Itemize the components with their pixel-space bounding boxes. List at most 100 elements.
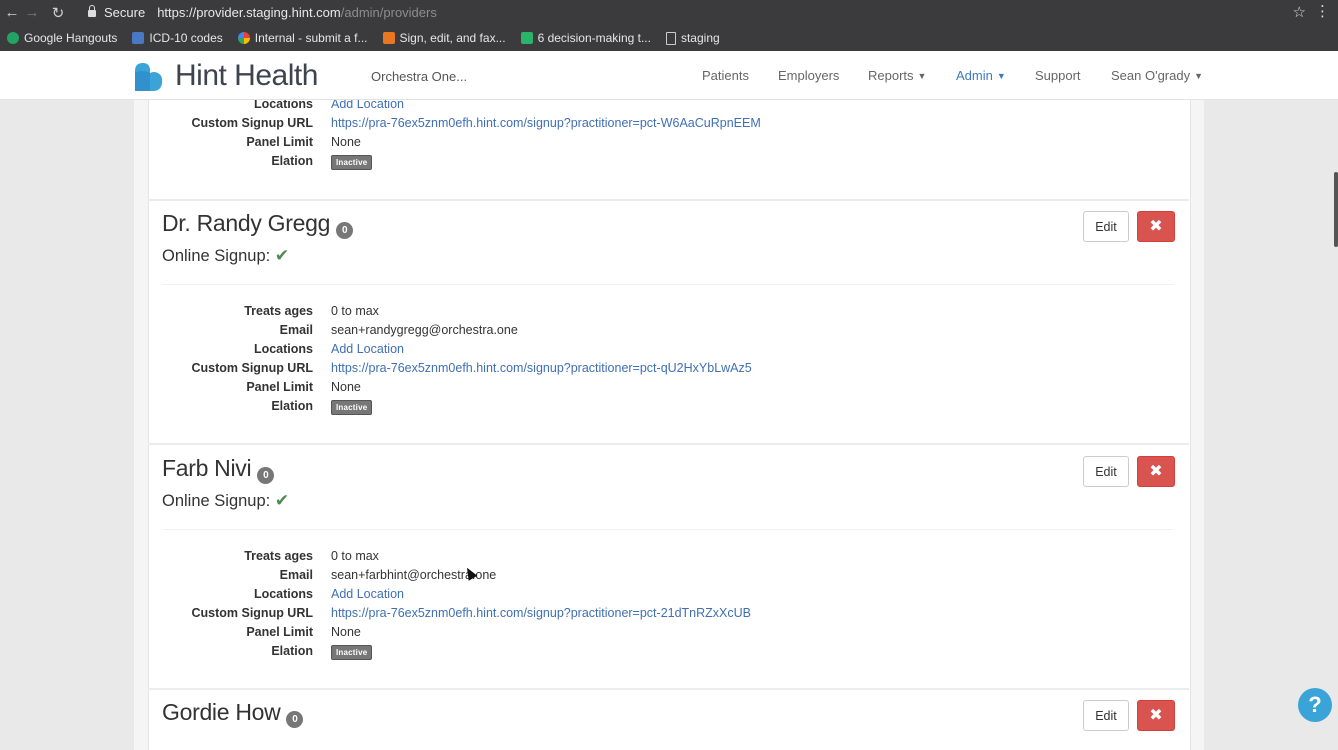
lock-icon [88,5,96,19]
close-icon: ✖ [1149,707,1163,724]
detail-value: 0 to max [331,549,379,563]
add-location-link[interactable]: Add Location [331,342,404,356]
detail-value: sean+randygregg@orchestra.one [331,323,518,337]
edit-button[interactable]: Edit [1083,456,1129,487]
browser-toolbar: ← → ↻ Secure https://provider.staging.hi… [0,0,1338,25]
provider-name-text: Gordie How [162,699,281,725]
section-rule [162,529,1174,530]
detail-label: Panel Limit [246,135,313,149]
nav-admin[interactable]: Admin ▼ [956,68,1006,83]
address-bar[interactable]: Secure https://provider.staging.hint.com… [80,2,1312,23]
bookmark-decision-making[interactable]: 6 decision-making t... [520,31,651,45]
edit-button[interactable]: Edit [1083,700,1129,731]
bookmarks-bar: Google Hangouts ICD-10 codes Internal - … [0,25,1338,52]
provider-name: Dr. Randy Gregg 0 [162,210,354,239]
close-icon: ✖ [1149,218,1163,235]
detail-label: Panel Limit [246,625,313,639]
bookmark-label: staging [680,31,720,45]
forward-icon[interactable]: → [22,4,42,21]
detail-label: Custom Signup URL [191,606,313,620]
signup-url-link[interactable]: https://pra-76ex5znm0efh.hint.com/signup… [331,361,752,375]
detail-label: Custom Signup URL [191,116,313,130]
provider-divider [148,443,1189,445]
nav-user-label: Sean O'grady [1111,68,1191,83]
delete-button[interactable]: ✖ [1137,700,1175,731]
help-button[interactable]: ? [1298,688,1332,722]
bookmark-label: ICD-10 codes [149,31,223,45]
url-path: /admin/providers [340,5,437,20]
nav-reports-label: Reports [868,68,914,83]
bookmark-label: Internal - submit a f... [254,31,368,45]
bookmark-icd-10[interactable]: ICD-10 codes [132,31,223,45]
sign-icon [382,32,395,44]
detail-label: Custom Signup URL [191,361,313,375]
patient-count-badge: 0 [286,711,304,728]
detail-label: Email [279,568,313,582]
delete-button[interactable]: ✖ [1137,456,1175,487]
provider-name-text: Dr. Randy Gregg [162,210,331,236]
signup-url-link[interactable]: https://pra-76ex5znm0efh.hint.com/signup… [331,116,761,130]
detail-label: Treats ages [244,549,313,563]
scrollbar-thumb[interactable] [1334,172,1338,247]
app-header: Hint Health Orchestra One... Patients Em… [0,51,1338,100]
bookmark-staging[interactable]: staging [665,31,720,45]
add-location-link[interactable]: Add Location [331,587,404,601]
section-rule [162,284,1174,285]
detail-value: 0 to max [331,304,379,318]
online-signup-label: Online Signup: [162,492,271,510]
online-signup-status: Online Signup: ✔ [162,491,289,511]
bookmark-label: 6 decision-making t... [537,31,651,45]
nav-admin-label: Admin [956,68,993,83]
nav-reports[interactable]: Reports ▼ [868,68,926,83]
hint-logo-icon[interactable] [131,59,165,93]
inactive-badge: Inactive [331,645,373,660]
hangouts-icon [7,32,19,44]
nav-user-menu[interactable]: Sean O'grady ▼ [1111,68,1203,83]
m-icon [520,32,533,44]
browser-menu-icon[interactable]: ⋮ [1315,2,1330,20]
organization-name[interactable]: Orchestra One... [371,69,467,84]
detail-label: Elation [271,154,313,168]
provider-name: Gordie How 0 [162,699,304,728]
nav-support[interactable]: Support [1035,68,1081,83]
bookmark-label: Sign, edit, and fax... [399,31,506,45]
detail-label: Locations [253,342,313,356]
inactive-badge: Inactive [331,400,373,415]
nav-patients[interactable]: Patients [702,68,749,83]
url-host: https://provider.staging.hint.com [157,5,341,20]
close-icon: ✖ [1149,463,1163,480]
secure-label: Secure [104,5,146,20]
bookmark-google-hangouts[interactable]: Google Hangouts [7,31,117,45]
online-signup-label: Online Signup: [162,247,271,265]
provider-name-text: Farb Nivi [162,455,252,481]
provider-divider [148,688,1189,690]
detail-label: Email [279,323,313,337]
caret-down-icon: ▼ [996,71,1006,81]
icd-icon [132,32,145,44]
patient-count-badge: 0 [336,222,354,239]
signup-url-link[interactable]: https://pra-76ex5znm0efh.hint.com/signup… [331,606,751,620]
detail-label: Elation [271,644,313,658]
delete-button[interactable]: ✖ [1137,211,1175,242]
bookmark-label: Google Hangouts [24,31,118,45]
patient-count-badge: 0 [257,467,275,484]
detail-label: Locations [253,587,313,601]
detail-label: Elation [271,399,313,413]
detail-value: None [331,380,361,394]
provider-divider [148,199,1189,201]
nav-employers[interactable]: Employers [778,68,839,83]
detail-label: Panel Limit [246,380,313,394]
detail-label: Treats ages [244,304,313,318]
caret-down-icon: ▼ [917,71,927,81]
bookmark-internal[interactable]: Internal - submit a f... [237,31,368,45]
edit-button[interactable]: Edit [1083,211,1129,242]
bookmark-sign-edit-fax[interactable]: Sign, edit, and fax... [382,31,506,45]
checkmark-icon: ✔ [274,246,290,265]
inactive-badge: Inactive [331,155,373,170]
caret-down-icon: ▼ [1194,71,1204,81]
back-icon[interactable]: ← [2,4,22,21]
bookmark-star-icon[interactable]: ☆ [1293,3,1306,21]
reload-icon[interactable]: ↻ [48,4,68,22]
brand-name[interactable]: Hint Health [175,59,318,93]
detail-value: None [331,135,361,149]
